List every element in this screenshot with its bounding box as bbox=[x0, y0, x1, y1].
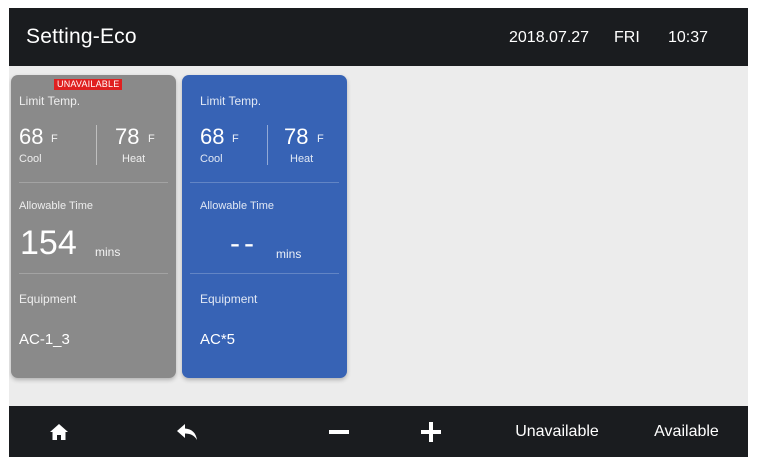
plus-icon bbox=[421, 421, 441, 442]
section-divider bbox=[19, 273, 168, 274]
heat-temp-unit: F bbox=[317, 133, 324, 145]
minus-button[interactable] bbox=[309, 406, 369, 457]
heat-temp-unit: F bbox=[148, 133, 155, 145]
cool-temp-unit: F bbox=[51, 133, 58, 145]
bottom-toolbar: Unavailable Available bbox=[9, 406, 748, 457]
allowable-time-unit: mins bbox=[95, 245, 121, 259]
page-title: Setting-Eco bbox=[26, 25, 137, 48]
temp-divider bbox=[267, 125, 268, 165]
allowable-time-value: 154 bbox=[20, 224, 77, 262]
header-bar: Setting-Eco 2018.07.27 FRI 10:37 bbox=[9, 8, 748, 66]
unavailable-badge: UNAVAILABLE bbox=[54, 79, 123, 90]
equipment-value: AC-1_3 bbox=[19, 331, 70, 348]
section-divider bbox=[190, 182, 339, 183]
limit-temp-label: Limit Temp. bbox=[19, 94, 81, 108]
allowable-time-unit: mins bbox=[276, 247, 302, 261]
back-icon bbox=[177, 423, 197, 440]
back-button[interactable] bbox=[157, 406, 217, 457]
heat-label: Heat bbox=[122, 153, 146, 165]
cool-temp-value: 68 bbox=[19, 124, 44, 149]
heat-label: Heat bbox=[290, 153, 314, 165]
home-button[interactable] bbox=[29, 406, 89, 457]
home-icon bbox=[50, 423, 68, 440]
cool-temp-unit: F bbox=[232, 133, 239, 145]
cool-label: Cool bbox=[200, 153, 223, 165]
day-display: FRI bbox=[614, 29, 640, 46]
minus-icon bbox=[329, 429, 349, 434]
equipment-label: Equipment bbox=[200, 292, 258, 306]
allowable-time-label: Allowable Time bbox=[200, 200, 274, 212]
equipment-value: AC*5 bbox=[200, 331, 236, 348]
cool-label: Cool bbox=[19, 153, 42, 165]
heat-temp-value: 78 bbox=[284, 124, 309, 149]
date-display: 2018.07.27 bbox=[509, 29, 590, 46]
allowable-time-value: -- bbox=[230, 227, 258, 260]
equipment-label: Equipment bbox=[19, 292, 77, 306]
allowable-time-label: Allowable Time bbox=[19, 200, 93, 212]
heat-temp-value: 78 bbox=[115, 124, 140, 149]
plus-button[interactable] bbox=[401, 406, 461, 457]
unavailable-button[interactable]: Unavailable bbox=[497, 406, 617, 457]
available-button[interactable]: Available bbox=[639, 406, 734, 457]
eco-settings-screen: Setting-Eco 2018.07.27 FRI 10:37 UNAVAIL… bbox=[9, 8, 748, 457]
time-display: 10:37 bbox=[668, 29, 709, 46]
eco-card-selected[interactable]: Limit Temp. 68 F Cool 78 F Heat Allowabl… bbox=[182, 75, 347, 378]
limit-temp-label: Limit Temp. bbox=[200, 94, 262, 108]
cool-temp-value: 68 bbox=[200, 124, 225, 149]
temp-divider bbox=[96, 125, 97, 165]
section-divider bbox=[19, 182, 168, 183]
section-divider bbox=[190, 273, 339, 274]
eco-card-unavailable[interactable]: UNAVAILABLE Limit Temp. 68 F Cool 78 F H… bbox=[11, 75, 176, 378]
